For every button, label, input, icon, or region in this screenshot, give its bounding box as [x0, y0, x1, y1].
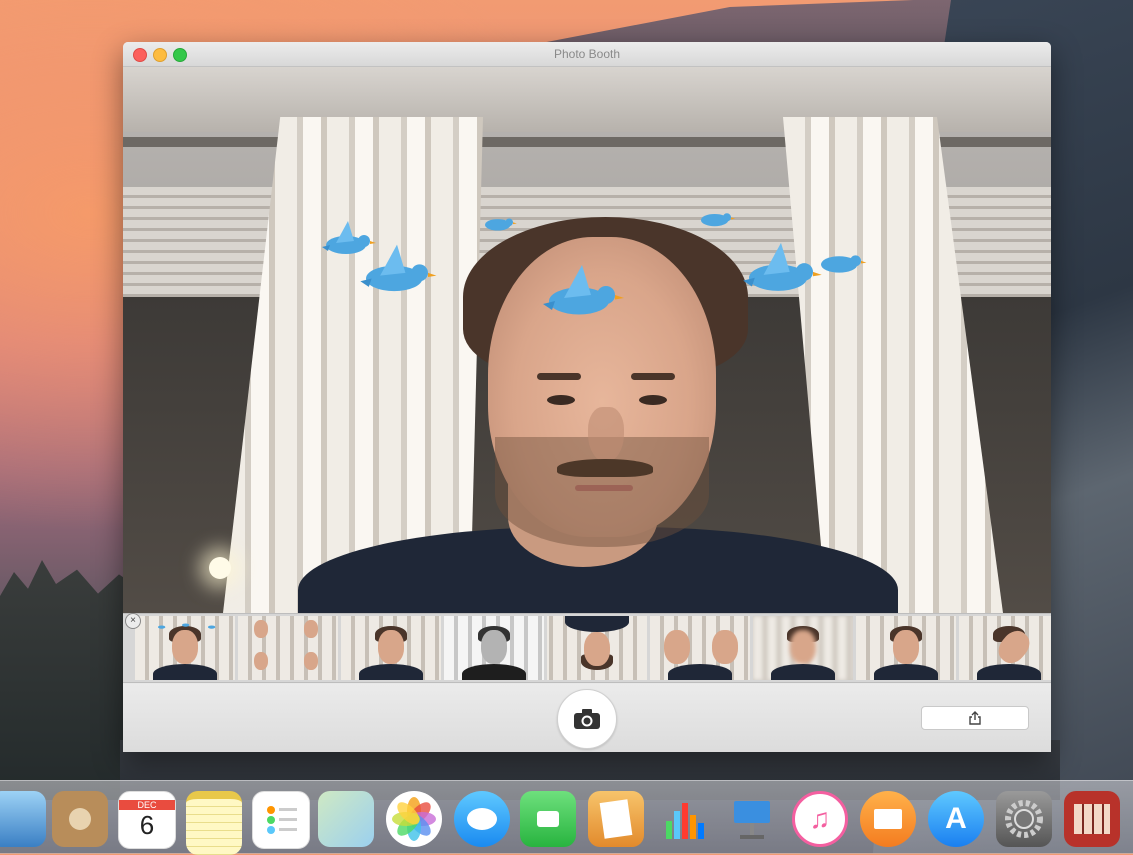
nose: [588, 407, 624, 462]
eye-right: [639, 395, 667, 405]
calendar-month: DEC: [119, 799, 175, 810]
messages-icon[interactable]: [454, 791, 510, 847]
filmstrip: [123, 613, 1051, 683]
facetime-icon[interactable]: [520, 791, 576, 847]
bird-icon: [821, 255, 867, 273]
eyebrow-right: [631, 373, 675, 380]
numbers-icon[interactable]: [656, 791, 712, 847]
trees-left: [0, 560, 140, 800]
calendar-icon[interactable]: DEC 6: [118, 791, 176, 849]
bird-icon: [543, 265, 624, 315]
toolbar: [123, 684, 1051, 752]
maps-icon[interactable]: [318, 791, 374, 847]
camera-icon: [574, 709, 600, 729]
bird-icon: [485, 218, 517, 231]
take-photo-button[interactable]: [557, 689, 617, 749]
window-title: Photo Booth: [553, 47, 621, 61]
eyebrow-left: [537, 373, 581, 380]
eye-left: [547, 395, 575, 405]
calendar-day: 6: [139, 809, 155, 840]
thumbnail[interactable]: [856, 616, 956, 680]
thumbnail[interactable]: [959, 616, 1051, 680]
system-preferences-icon[interactable]: [996, 791, 1052, 847]
mouth: [575, 485, 633, 491]
dock: DEC 6 ♫ A: [0, 780, 1133, 855]
bird-icon: [701, 213, 736, 227]
photos-icon[interactable]: [386, 791, 442, 847]
thumbnail[interactable]: [135, 616, 235, 680]
app-store-icon[interactable]: A: [928, 791, 984, 847]
thumbnail[interactable]: [547, 616, 647, 680]
title-bar[interactable]: Photo Booth: [123, 42, 1051, 67]
reminders-icon[interactable]: [252, 791, 310, 849]
preview-icon[interactable]: [0, 791, 46, 847]
ibooks-icon[interactable]: [860, 791, 916, 847]
photo-booth-window: Photo Booth ×: [123, 42, 1051, 752]
share-icon: [969, 711, 981, 725]
photo-booth-icon[interactable]: [1064, 791, 1120, 847]
thumbnail[interactable]: [753, 616, 853, 680]
contacts-icon[interactable]: [52, 791, 108, 847]
close-effect-icon[interactable]: ×: [125, 613, 141, 629]
thumbnail[interactable]: [444, 616, 544, 680]
pages-icon[interactable]: [588, 791, 644, 847]
lamp-light: [209, 557, 231, 579]
thumbnail[interactable]: [650, 616, 750, 680]
notes-icon[interactable]: [186, 791, 242, 855]
itunes-icon[interactable]: ♫: [792, 791, 848, 847]
thumbnail[interactable]: [238, 616, 338, 680]
keynote-icon[interactable]: [724, 791, 780, 847]
share-button[interactable]: [921, 706, 1029, 730]
bird-icon: [360, 244, 437, 292]
thumbnail[interactable]: [341, 616, 441, 680]
camera-preview: [123, 67, 1051, 613]
mustache: [557, 459, 653, 477]
